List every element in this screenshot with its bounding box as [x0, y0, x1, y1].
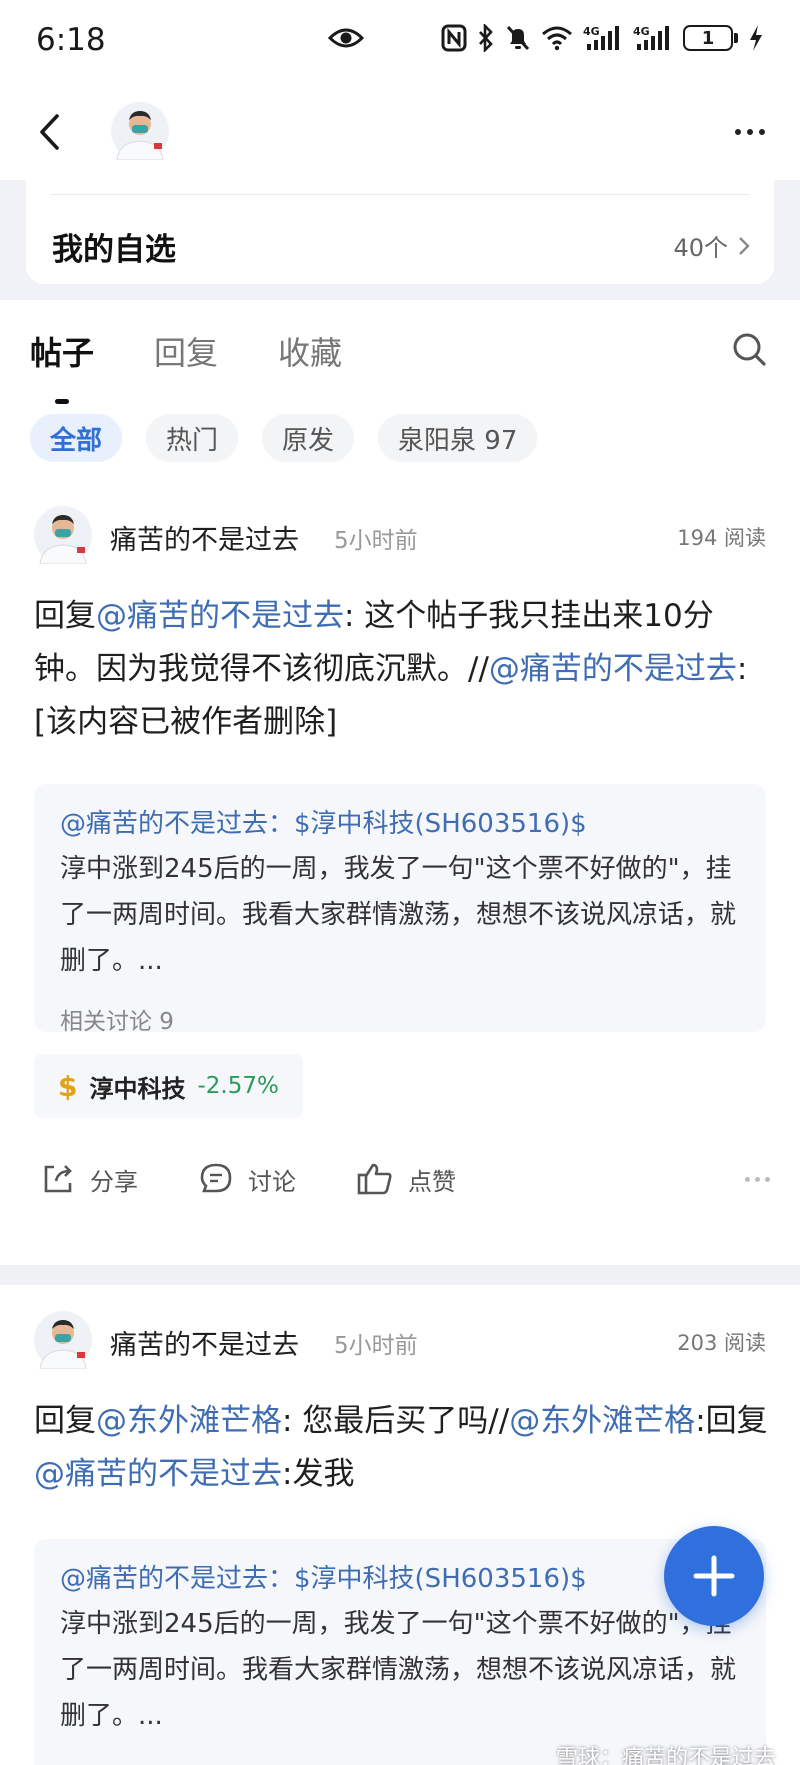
dollar-icon: $ [58, 1069, 78, 1103]
status-icons: 4G 4G 1 [441, 24, 764, 52]
tab-bar: 帖子 回复 收藏 [30, 328, 342, 404]
search-icon [733, 333, 766, 366]
like-button[interactable]: 点赞 [356, 1161, 456, 1197]
watermark-text: 雪球：痛苦的不是过去 [555, 1746, 776, 1765]
tab-label: 回复 [154, 334, 219, 372]
watermark: 雪球：痛苦的不是过去 [556, 1740, 776, 1765]
watchlist-count[interactable]: 40个 [673, 228, 750, 263]
quote-head[interactable]: @痛苦的不是过去：$淳中科技(SH603516)$ [60, 804, 740, 844]
chevron-left-icon [40, 114, 59, 150]
discuss-button[interactable]: 讨论 [198, 1161, 296, 1197]
tab-favorites[interactable]: 收藏 [278, 328, 342, 374]
avatar[interactable] [34, 1311, 92, 1370]
bluetooth-icon [477, 24, 495, 52]
svg-text:4G: 4G [583, 25, 600, 38]
post-author[interactable]: 痛苦的不是过去 [110, 1323, 299, 1362]
search-button[interactable] [730, 330, 770, 370]
text-span: :发我 [282, 1456, 355, 1492]
post-header: 痛苦的不是过去 5小时前 194 阅读 [34, 506, 766, 565]
post-reads: 194 阅读 [677, 526, 766, 550]
post-text[interactable]: 回复@东外滩芒格: 您最后买了吗//@东外滩芒格:回复@痛苦的不是过去:发我 [34, 1395, 769, 1501]
post-more-button[interactable] [745, 1176, 770, 1182]
mention-link[interactable]: @东外滩芒格 [96, 1403, 282, 1439]
text-span: 回复 [34, 1403, 96, 1439]
text-span: :回复 [695, 1403, 768, 1439]
status-time: 6:18 [36, 22, 106, 58]
quoted-post[interactable]: @痛苦的不是过去：$淳中科技(SH603516)$ 淳中涨到245后的一周，我发… [34, 784, 766, 1035]
mention-link[interactable]: @痛苦的不是过去 [489, 651, 737, 687]
more-options-button[interactable] [720, 108, 780, 156]
post-card[interactable]: 痛苦的不是过去 5小时前 194 阅读 回复@痛苦的不是过去: 这个帖子我只挂出… [0, 506, 800, 1265]
mention-link[interactable]: @东外滩芒格 [509, 1403, 695, 1439]
share-button[interactable]: 分享 [40, 1161, 138, 1197]
watchlist-count-label: 40个 [673, 234, 728, 262]
signal-4g-icon: 4G [633, 24, 673, 52]
quote-head[interactable]: @痛苦的不是过去：$淳中科技(SH603516)$ [60, 1559, 740, 1599]
divider [0, 1265, 800, 1285]
comment-icon [200, 1163, 232, 1193]
plus-icon [693, 1555, 735, 1597]
mention-link[interactable]: @痛苦的不是过去 [34, 1456, 282, 1492]
wifi-icon [541, 25, 573, 51]
post-text[interactable]: 回复@痛苦的不是过去: 这个帖子我只挂出来10分钟。因为我觉得不该彻底沉默。//… [34, 590, 769, 749]
chevron-right-icon [739, 236, 750, 255]
post-reads: 203 阅读 [677, 1331, 766, 1355]
post-card[interactable]: 痛苦的不是过去 5小时前 203 阅读 回复@东外滩芒格: 您最后买了吗//@东… [0, 1285, 800, 1765]
tab-indicator [55, 399, 69, 404]
filter-chip-hot[interactable]: 热门 [146, 414, 239, 462]
avatar[interactable] [111, 102, 169, 161]
filter-chip-all[interactable]: 全部 [30, 414, 123, 462]
compose-button[interactable] [664, 1526, 764, 1626]
discuss-label: 讨论 [248, 1167, 296, 1196]
nav-bar [0, 84, 800, 180]
tab-label: 收藏 [278, 334, 343, 372]
quote-body: 淳中涨到245后的一周，我发了一句"这个票不好做的"，挂了一两周时间。我看大家群… [60, 1609, 737, 1731]
mention-link[interactable]: @痛苦的不是过去 [96, 598, 344, 634]
text-span: : 您最后买了吗// [282, 1403, 510, 1439]
signal-4g-icon: 4G [583, 24, 623, 52]
post-time: 5小时前 [334, 1333, 418, 1359]
battery-level: 1 [683, 25, 733, 51]
watchlist-title: 我的自选 [52, 232, 176, 268]
stock-tag[interactable]: $ 淳中科技 -2.57% [34, 1054, 303, 1118]
charging-bolt-icon [748, 24, 764, 52]
feed: 帖子 回复 收藏 全部 热门 原发 泉阳泉 97 痛苦的不是过去 5小时前 19… [0, 300, 800, 1285]
thumbs-up-icon [357, 1163, 392, 1195]
eye-icon [327, 24, 365, 56]
post-author[interactable]: 痛苦的不是过去 [110, 518, 299, 557]
watchlist-card[interactable]: 我的自选 40个 [26, 180, 774, 284]
tab-posts[interactable]: 帖子 [30, 328, 95, 404]
filter-chip-stock[interactable]: 泉阳泉 97 [378, 414, 538, 462]
post-time: 5小时前 [334, 528, 418, 554]
stock-name: 淳中科技 [89, 1074, 186, 1103]
battery-icon: 1 [683, 25, 738, 51]
nfc-icon [441, 24, 467, 52]
divider [50, 194, 750, 195]
avatar[interactable] [34, 506, 92, 565]
svg-text:4G: 4G [633, 25, 650, 38]
filter-chip-original[interactable]: 原发 [262, 414, 355, 462]
back-button[interactable] [24, 106, 76, 158]
tab-replies[interactable]: 回复 [154, 328, 218, 374]
tab-label: 帖子 [30, 334, 95, 372]
quote-body: 淳中涨到245后的一周，我发了一句"这个票不好做的"，挂了一两周时间。我看大家群… [60, 854, 737, 976]
share-icon [44, 1165, 72, 1193]
status-bar: 6:18 4G 4G 1 [0, 0, 800, 84]
stock-change: -2.57% [197, 1073, 279, 1099]
post-actions: 分享 讨论 点赞 [40, 1154, 770, 1204]
quoted-post[interactable]: @痛苦的不是过去：$淳中科技(SH603516)$ 淳中涨到245后的一周，我发… [34, 1539, 766, 1765]
mute-bell-icon [505, 24, 531, 52]
filter-chips: 全部 热门 原发 泉阳泉 97 [30, 414, 538, 462]
like-label: 点赞 [408, 1167, 456, 1196]
post-header: 痛苦的不是过去 5小时前 203 阅读 [34, 1311, 766, 1370]
share-label: 分享 [90, 1167, 138, 1196]
related-discussions[interactable]: 相关讨论 9 [60, 1002, 740, 1036]
text-span: 回复 [34, 598, 96, 634]
